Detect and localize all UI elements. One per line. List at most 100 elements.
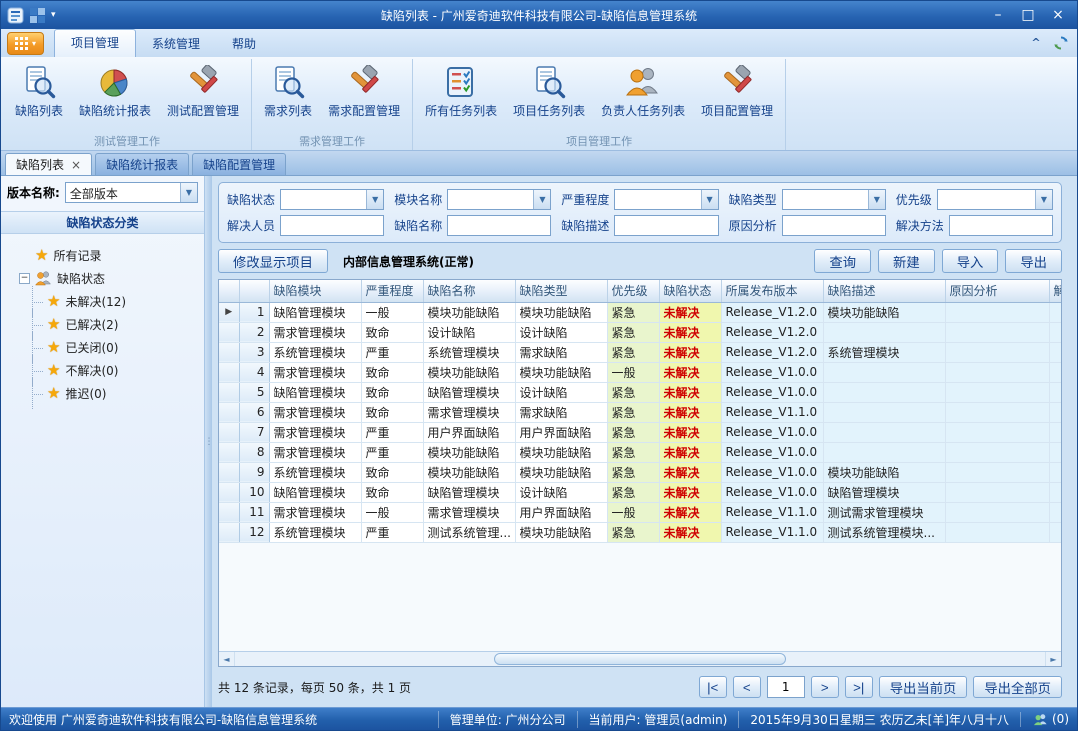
grid-cell[interactable]: 设计缺陷 — [515, 482, 607, 502]
grid-cell[interactable]: Release_V1.0.0 — [721, 422, 823, 442]
filter-textbox[interactable] — [782, 215, 886, 236]
dropdown-arrow-icon[interactable]: ▼ — [366, 190, 383, 209]
online-users-indicator[interactable]: (0) — [1020, 712, 1069, 727]
grid-cell[interactable]: 缺陷管理模块 — [269, 482, 361, 502]
ribbon-button[interactable]: 项目配置管理 — [694, 61, 780, 121]
ribbon-tab[interactable]: 帮助 — [216, 31, 272, 57]
table-row[interactable]: 3系统管理模块严重系统管理模块需求缺陷紧急未解决Release_V1.2.0系统… — [219, 342, 1061, 362]
ribbon-button[interactable]: 测试配置管理 — [160, 61, 246, 121]
grid-cell[interactable]: 紧急 — [607, 382, 659, 402]
table-row[interactable]: 4需求管理模块致命模块功能缺陷模块功能缺陷一般未解决Release_V1.0.0 — [219, 362, 1061, 382]
grid-cell[interactable]: 测试系统管理... — [423, 522, 515, 542]
search-button[interactable]: 查询 — [814, 249, 871, 273]
ribbon-button[interactable]: 项目任务列表 — [506, 61, 592, 121]
grid-cell[interactable]: 一般 — [361, 502, 423, 522]
table-row[interactable]: ▶1缺陷管理模块一般模块功能缺陷模块功能缺陷紧急未解决Release_V1.2.… — [219, 302, 1061, 322]
grid-cell[interactable]: 致命 — [361, 402, 423, 422]
filter-textbox[interactable] — [280, 215, 384, 236]
grid-cell[interactable]: Release_V1.0.0 — [721, 482, 823, 502]
grid-cell[interactable] — [945, 482, 1049, 502]
grid-cell[interactable]: 模块功能缺陷 — [515, 462, 607, 482]
ribbon-button[interactable]: 需求配置管理 — [321, 61, 407, 121]
grid-cell[interactable]: 缺陷管理模块 — [269, 382, 361, 402]
grid-cell[interactable] — [945, 422, 1049, 442]
column-header[interactable]: 原因分析 — [945, 280, 1049, 302]
grid-cell[interactable] — [945, 382, 1049, 402]
scroll-right-icon[interactable]: ► — [1045, 652, 1061, 666]
filter-textbox[interactable] — [614, 215, 718, 236]
scroll-left-icon[interactable]: ◄ — [219, 652, 235, 666]
grid-cell[interactable]: 致命 — [361, 482, 423, 502]
grid-cell[interactable]: 需求管理模块 — [423, 502, 515, 522]
application-menu-button[interactable]: ▾ — [7, 32, 44, 55]
filter-textbox[interactable] — [949, 215, 1053, 236]
grid-cell[interactable] — [945, 502, 1049, 522]
grid-cell[interactable] — [1049, 342, 1061, 362]
column-header[interactable]: 缺陷类型 — [515, 280, 607, 302]
grid-cell[interactable]: 缺陷管理模块 — [423, 382, 515, 402]
grid-cell[interactable]: 系统管理模块 — [269, 522, 361, 542]
grid-cell[interactable]: 模块功能缺陷 — [515, 522, 607, 542]
grid-cell[interactable] — [823, 382, 945, 402]
column-header[interactable]: 严重程度 — [361, 280, 423, 302]
grid-cell[interactable]: 紧急 — [607, 402, 659, 422]
grid-cell[interactable] — [945, 402, 1049, 422]
grid-cell[interactable]: 需求管理模块 — [269, 322, 361, 342]
last-page-button[interactable]: >| — [845, 676, 873, 698]
grid-cell[interactable]: 未解决 — [659, 462, 721, 482]
version-combobox[interactable]: 全部版本 ▼ — [65, 182, 198, 203]
grid-cell[interactable]: 需求管理模块 — [269, 442, 361, 462]
grid-cell[interactable]: 设计缺陷 — [515, 322, 607, 342]
close-button[interactable]: × — [1043, 4, 1073, 26]
tree-item[interactable]: ★推迟(0) — [5, 382, 200, 405]
scrollbar-thumb[interactable] — [494, 653, 786, 665]
grid-cell[interactable]: 用户界面缺陷 — [515, 422, 607, 442]
table-row[interactable]: 12系统管理模块严重测试系统管理...模块功能缺陷紧急未解决Release_V1… — [219, 522, 1061, 542]
ribbon-tab[interactable]: 项目管理 — [54, 29, 136, 57]
grid-cell[interactable]: 紧急 — [607, 422, 659, 442]
tree-item[interactable]: ★已解决(2) — [5, 313, 200, 336]
grid-cell[interactable]: 未解决 — [659, 522, 721, 542]
ribbon-tab[interactable]: 系统管理 — [136, 31, 216, 57]
grid-cell[interactable]: 致命 — [361, 322, 423, 342]
grid-cell[interactable]: 紧急 — [607, 322, 659, 342]
filter-combobox[interactable]: ▼ — [614, 189, 718, 210]
dropdown-arrow-icon[interactable]: ▼ — [701, 190, 718, 209]
grid-cell[interactable]: 未解决 — [659, 322, 721, 342]
grid-cell[interactable]: Release_V1.0.0 — [721, 442, 823, 462]
grid-cell[interactable]: Release_V1.0.0 — [721, 462, 823, 482]
grid-cell[interactable]: 需求管理模块 — [269, 402, 361, 422]
filter-combobox[interactable]: ▼ — [937, 189, 1053, 210]
ribbon-button[interactable]: 需求列表 — [257, 61, 319, 121]
grid-cell[interactable]: 未解决 — [659, 342, 721, 362]
grid-cell[interactable]: 模块功能缺陷 — [423, 462, 515, 482]
grid-cell[interactable]: 紧急 — [607, 462, 659, 482]
table-row[interactable]: 2需求管理模块致命设计缺陷设计缺陷紧急未解决Release_V1.2.0 — [219, 322, 1061, 342]
column-header[interactable]: 缺陷模块 — [269, 280, 361, 302]
grid-cell[interactable]: 需求管理模块 — [269, 362, 361, 382]
grid-cell[interactable]: Release_V1.2.0 — [721, 322, 823, 342]
grid-cell[interactable]: 模块功能缺陷 — [423, 442, 515, 462]
first-page-button[interactable]: |< — [699, 676, 727, 698]
splitter-handle[interactable]: ⋮ — [205, 176, 212, 707]
grid-cell[interactable] — [1049, 482, 1061, 502]
collapse-ribbon-button[interactable]: ^ — [1027, 35, 1045, 51]
dropdown-arrow-icon[interactable]: ▼ — [533, 190, 550, 209]
grid-cell[interactable]: 用户界面缺陷 — [423, 422, 515, 442]
grid-cell[interactable]: 系统管理模块 — [269, 342, 361, 362]
filter-textbox[interactable] — [447, 215, 551, 236]
grid-cell[interactable]: 模块功能缺陷 — [515, 362, 607, 382]
window-menu-icon[interactable] — [29, 7, 46, 24]
page-number-input[interactable] — [767, 676, 805, 698]
grid-cell[interactable]: 模块功能缺陷 — [423, 302, 515, 322]
grid-cell[interactable]: 严重 — [361, 342, 423, 362]
grid-cell[interactable] — [1049, 302, 1061, 322]
ribbon-button[interactable]: 缺陷列表 — [8, 61, 70, 121]
grid-cell[interactable]: Release_V1.2.0 — [721, 342, 823, 362]
column-header[interactable]: 解决方法 — [1049, 280, 1061, 302]
tree-item[interactable]: ★未解决(12) — [5, 290, 200, 313]
grid-cell[interactable]: 一般 — [361, 302, 423, 322]
table-row[interactable]: 6需求管理模块致命需求管理模块需求缺陷紧急未解决Release_V1.1.0 — [219, 402, 1061, 422]
next-page-button[interactable]: > — [811, 676, 839, 698]
grid-cell[interactable]: 设计缺陷 — [423, 322, 515, 342]
